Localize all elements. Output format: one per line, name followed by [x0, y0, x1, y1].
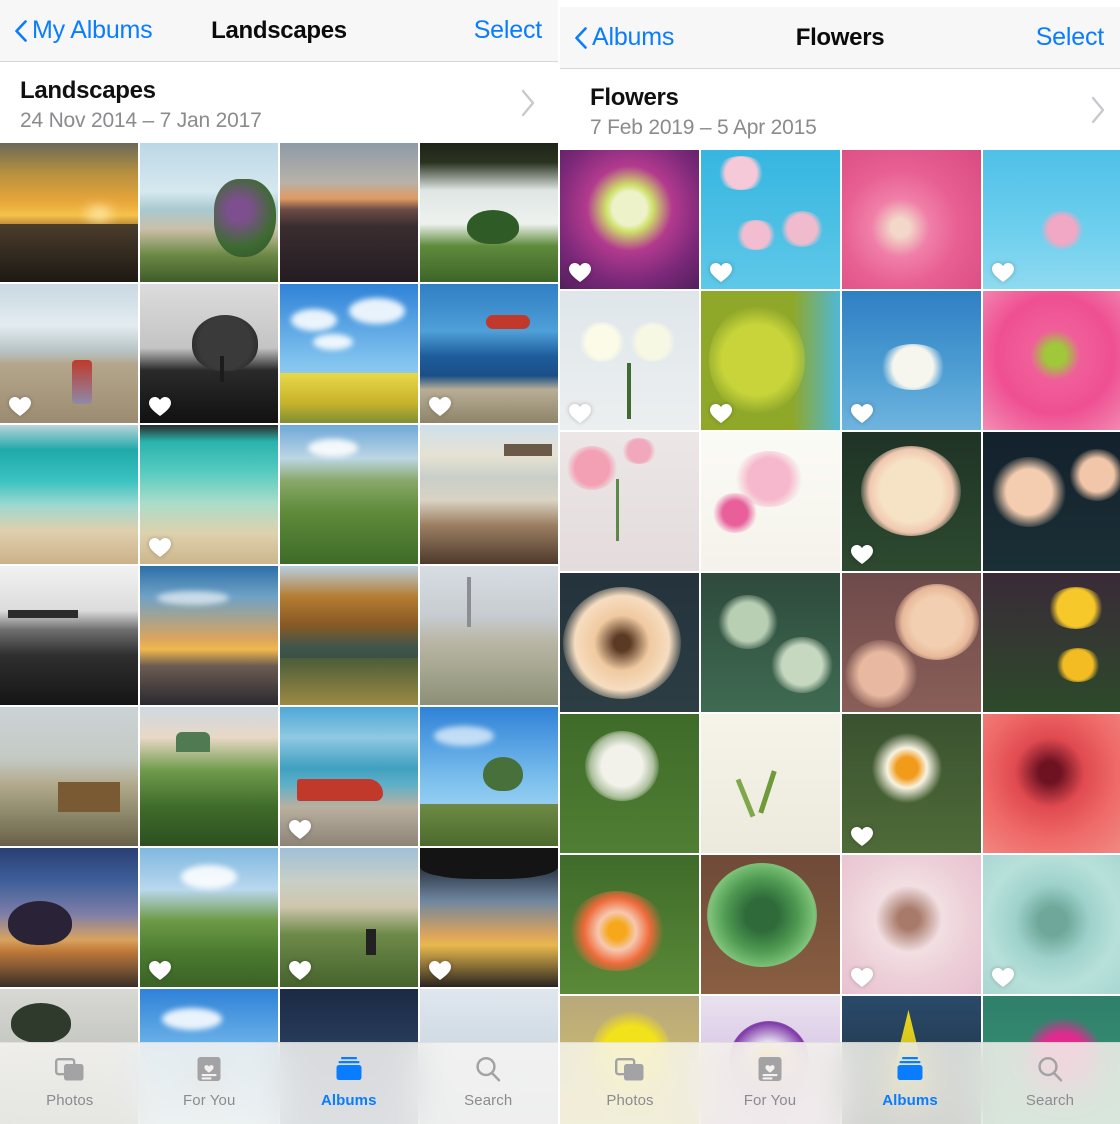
back-button[interactable]: My Albums [0, 16, 153, 45]
photo-thumbnail[interactable] [560, 150, 699, 289]
photo-thumbnail[interactable] [842, 150, 981, 289]
tab-search-label: Search [464, 1092, 513, 1109]
photo-thumbnail[interactable] [983, 714, 1120, 853]
tab-photos[interactable]: Photos [560, 1053, 700, 1109]
tab-photos-label: Photos [606, 1092, 654, 1109]
back-button[interactable]: Albums [560, 23, 674, 52]
photo-thumbnail[interactable] [420, 707, 558, 846]
photo-thumbnail[interactable] [140, 707, 278, 846]
chevron-left-icon [574, 26, 587, 49]
photo-thumbnail[interactable] [280, 707, 418, 846]
tab-albums-label: Albums [320, 1092, 377, 1109]
tab-albums-label: Albums [882, 1092, 938, 1109]
search-icon [474, 1053, 502, 1085]
photo-thumbnail[interactable] [0, 143, 138, 282]
album-summary-row[interactable]: Flowers 7 Feb 2019 – 5 Apr 2015 [560, 69, 1120, 150]
photo-thumbnail[interactable] [280, 566, 418, 705]
photo-thumbnail[interactable] [983, 573, 1120, 712]
photo-thumbnail[interactable] [842, 855, 981, 994]
tab-search[interactable]: Search [980, 1053, 1120, 1109]
photo-thumbnail[interactable] [0, 284, 138, 423]
tab-bar: Photos For You Albums Search [0, 1042, 558, 1124]
chevron-right-icon [520, 89, 536, 117]
tab-for-you-label: For You [743, 1092, 797, 1109]
photo-thumbnail[interactable] [140, 143, 278, 282]
photo-thumbnail[interactable] [420, 425, 558, 564]
tab-for-you[interactable]: For You [700, 1053, 840, 1109]
dual-screenshot-container: My Albums Landscapes Select Landscapes 2… [0, 0, 1120, 1124]
photo-thumbnail[interactable] [280, 425, 418, 564]
photo-thumbnail[interactable] [842, 432, 981, 571]
photo-thumbnail[interactable] [0, 425, 138, 564]
tab-search-label: Search [1025, 1092, 1075, 1109]
photo-thumbnail[interactable] [701, 150, 840, 289]
photos-app-screen-landscapes: My Albums Landscapes Select Landscapes 2… [0, 0, 558, 1124]
album-title: Landscapes [20, 77, 156, 104]
photo-thumbnail[interactable] [842, 573, 981, 712]
photo-thumbnail[interactable] [560, 573, 699, 712]
tab-bar: Photos For You Albums Search [560, 1042, 1120, 1124]
album-date-range: 7 Feb 2019 – 5 Apr 2015 [590, 116, 817, 139]
back-button-label: My Albums [32, 16, 153, 44]
photo-thumbnail[interactable] [280, 848, 418, 987]
photo-thumbnail[interactable] [560, 855, 699, 994]
photo-thumbnail[interactable] [420, 284, 558, 423]
photo-thumbnail[interactable] [0, 848, 138, 987]
album-date-range: 24 Nov 2014 – 7 Jan 2017 [20, 109, 262, 132]
photo-grid-flowers [560, 150, 1120, 1124]
select-button[interactable]: Select [1036, 23, 1120, 52]
albums-folder-icon [334, 1053, 364, 1085]
photo-thumbnail[interactable] [140, 425, 278, 564]
photo-thumbnail[interactable] [701, 855, 840, 994]
photo-thumbnail[interactable] [701, 573, 840, 712]
navigation-bar: Albums Flowers Select [560, 7, 1120, 69]
photo-thumbnail[interactable] [0, 707, 138, 846]
photo-thumbnail[interactable] [842, 714, 981, 853]
tab-photos-label: Photos [46, 1092, 94, 1109]
search-icon [1036, 1053, 1064, 1085]
photo-thumbnail[interactable] [560, 714, 699, 853]
photos-icon [615, 1053, 645, 1085]
photo-thumbnail[interactable] [280, 143, 418, 282]
photo-thumbnail[interactable] [983, 432, 1120, 571]
photo-thumbnail[interactable] [420, 848, 558, 987]
photo-thumbnail[interactable] [701, 432, 840, 571]
album-summary-row[interactable]: Landscapes 24 Nov 2014 – 7 Jan 2017 [0, 62, 558, 143]
for-you-icon [196, 1053, 222, 1085]
photo-thumbnail[interactable] [983, 150, 1120, 289]
photo-thumbnail[interactable] [280, 284, 418, 423]
tab-for-you[interactable]: For You [140, 1053, 280, 1109]
photo-thumbnail[interactable] [140, 284, 278, 423]
tab-albums[interactable]: Albums [279, 1053, 419, 1109]
tab-photos[interactable]: Photos [0, 1053, 140, 1109]
photo-thumbnail[interactable] [0, 566, 138, 705]
albums-folder-icon [895, 1053, 925, 1085]
photo-grid-landscapes [0, 143, 558, 1124]
photo-thumbnail[interactable] [701, 714, 840, 853]
photo-thumbnail[interactable] [420, 566, 558, 705]
navigation-bar: My Albums Landscapes Select [0, 0, 558, 62]
photo-thumbnail[interactable] [842, 291, 981, 430]
for-you-icon [757, 1053, 783, 1085]
photo-thumbnail[interactable] [140, 848, 278, 987]
photo-thumbnail[interactable] [701, 291, 840, 430]
album-title: Flowers [590, 84, 679, 111]
photos-icon [54, 1053, 85, 1085]
photos-app-screen-flowers: Albums Flowers Select Flowers 7 Feb 2019… [560, 0, 1120, 1124]
tab-albums[interactable]: Albums [840, 1053, 980, 1109]
photo-thumbnail[interactable] [560, 432, 699, 571]
back-button-label: Albums [592, 23, 675, 51]
chevron-left-icon [14, 19, 27, 42]
photo-thumbnail[interactable] [560, 291, 699, 430]
select-button[interactable]: Select [474, 16, 558, 45]
chevron-right-icon [1090, 96, 1106, 124]
tab-for-you-label: For You [183, 1092, 236, 1109]
photo-thumbnail[interactable] [420, 143, 558, 282]
photo-thumbnail[interactable] [983, 291, 1120, 430]
tab-search[interactable]: Search [419, 1053, 559, 1109]
photo-thumbnail[interactable] [140, 566, 278, 705]
photo-thumbnail[interactable] [983, 855, 1120, 994]
